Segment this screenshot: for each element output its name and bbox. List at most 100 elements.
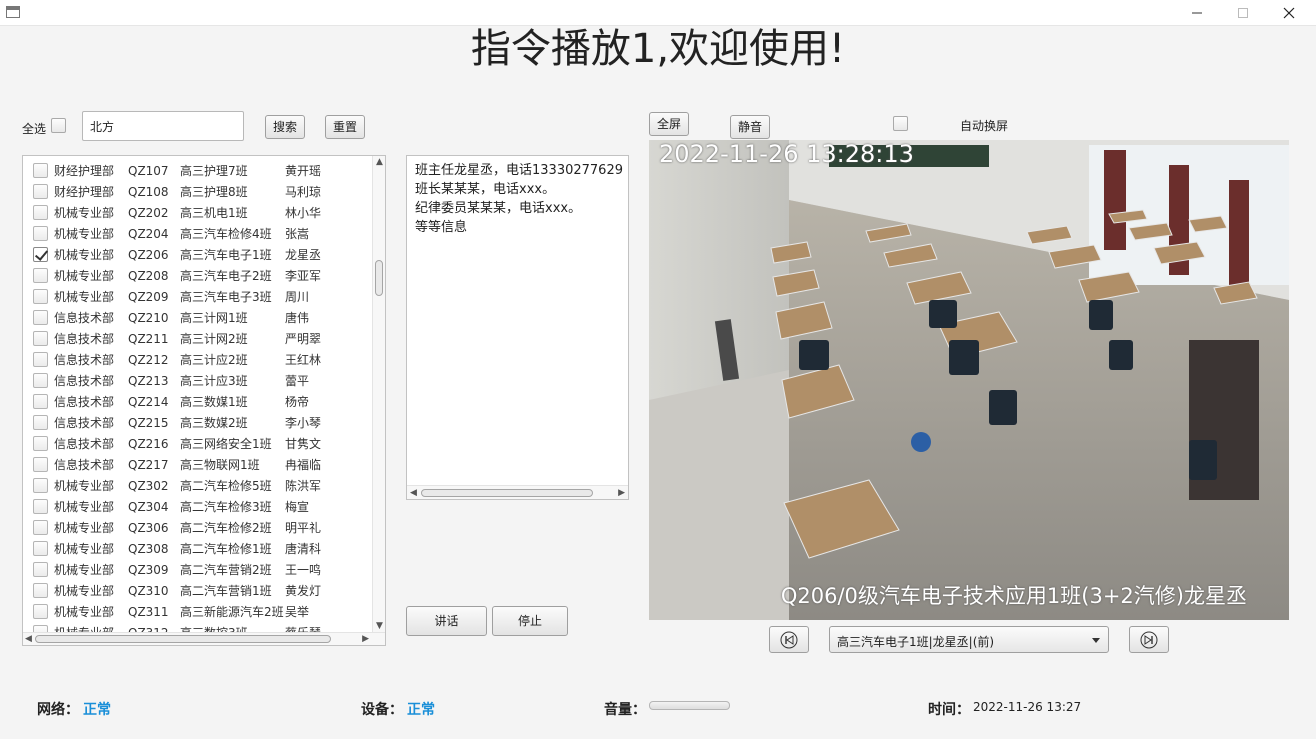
scroll-down-icon[interactable]: ▼ <box>376 621 383 632</box>
class-dept: 机械专业部 <box>54 479 115 493</box>
info-hscrollbar[interactable]: ◀ ▶ <box>407 485 628 499</box>
search-input[interactable] <box>82 111 244 141</box>
class-checkbox[interactable] <box>33 352 48 367</box>
class-list-item[interactable]: 机械专业部 QZ309 高二汽车营销2班 王一鸣 <box>23 559 373 580</box>
auto-switch-label: 自动换屏 <box>960 119 1009 133</box>
class-code: QZ304 <box>128 500 169 514</box>
class-list-item[interactable]: 信息技术部 QZ217 高三物联网1班 冉福临 <box>23 454 373 475</box>
class-checkbox[interactable] <box>33 583 48 598</box>
class-checkbox[interactable] <box>33 163 48 178</box>
class-checkbox[interactable] <box>33 436 48 451</box>
reset-button[interactable]: 重置 <box>325 115 365 139</box>
class-dept: 机械专业部 <box>54 542 115 556</box>
class-teacher: 黄发灯 <box>285 584 322 598</box>
class-teacher: 吴举 <box>285 605 310 619</box>
class-checkbox[interactable] <box>33 184 48 199</box>
close-button[interactable] <box>1266 0 1312 26</box>
class-checkbox[interactable] <box>33 247 48 262</box>
class-list-item[interactable]: 机械专业部 QZ204 高三汽车检修4班 张嵩 <box>23 223 373 244</box>
class-dept: 信息技术部 <box>54 458 115 472</box>
class-info-panel[interactable]: 班主任龙星丞，电话13330277629 班长某某某，电话xxx。 纪律委员某某… <box>406 155 629 500</box>
info-scroll-left-icon[interactable]: ◀ <box>410 488 417 499</box>
class-code: QZ202 <box>128 206 169 220</box>
previous-camera-button[interactable] <box>769 626 809 653</box>
minimize-button[interactable] <box>1174 0 1220 26</box>
class-list-item[interactable]: 机械专业部 QZ311 高三新能源汽车2班 吴举 <box>23 601 373 622</box>
class-list-item[interactable]: 机械专业部 QZ310 高二汽车营销1班 黄发灯 <box>23 580 373 601</box>
class-checkbox[interactable] <box>33 268 48 283</box>
select-all-checkbox[interactable] <box>51 118 66 133</box>
stop-button[interactable]: 停止 <box>492 606 568 636</box>
class-list-item[interactable]: 机械专业部 QZ208 高三汽车电子2班 李亚军 <box>23 265 373 286</box>
class-name: 高三新能源汽车2班 <box>180 605 284 619</box>
class-checkbox[interactable] <box>33 289 48 304</box>
class-dept: 机械专业部 <box>54 521 115 535</box>
scroll-right-icon[interactable]: ▶ <box>362 634 369 645</box>
class-name: 高三汽车电子1班 <box>180 248 272 262</box>
fullscreen-button[interactable]: 全屏 <box>649 112 689 136</box>
class-code: QZ212 <box>128 353 169 367</box>
class-name: 高二汽车检修1班 <box>180 542 272 556</box>
class-list-item[interactable]: 信息技术部 QZ211 高三计网2班 严明翠 <box>23 328 373 349</box>
class-name: 高三汽车电子3班 <box>180 290 272 304</box>
class-checkbox[interactable] <box>33 562 48 577</box>
class-checkbox[interactable] <box>33 520 48 535</box>
class-name: 高二汽车检修2班 <box>180 521 272 535</box>
talk-button[interactable]: 讲话 <box>406 606 487 636</box>
class-checkbox[interactable] <box>33 499 48 514</box>
class-list-item[interactable]: 信息技术部 QZ216 高三网络安全1班 甘隽文 <box>23 433 373 454</box>
video-player[interactable]: 2022-11-26 13:28:13 Q206/0级汽车电子技术应用1班(3+… <box>649 140 1289 620</box>
class-list-item[interactable]: 财经护理部 QZ108 高三护理8班 马利琼 <box>23 181 373 202</box>
scroll-left-icon[interactable]: ◀ <box>25 634 32 645</box>
auto-switch-checkbox[interactable] <box>893 116 908 131</box>
class-checkbox[interactable] <box>33 310 48 325</box>
class-list-item[interactable]: 信息技术部 QZ213 高三计应3班 蕾平 <box>23 370 373 391</box>
class-dept: 信息技术部 <box>54 332 115 346</box>
class-teacher: 林小华 <box>285 206 322 220</box>
class-list-item[interactable]: 信息技术部 QZ210 高三计网1班 唐伟 <box>23 307 373 328</box>
class-list-item[interactable]: 机械专业部 QZ304 高二汽车检修3班 梅宣 <box>23 496 373 517</box>
class-list-vscroll-thumb[interactable] <box>375 260 383 296</box>
search-button[interactable]: 搜索 <box>265 115 305 139</box>
class-list-vscrollbar[interactable]: ▲ ▼ <box>372 156 385 633</box>
class-checkbox[interactable] <box>33 457 48 472</box>
class-checkbox[interactable] <box>33 541 48 556</box>
class-list-item[interactable]: 机械专业部 QZ202 高三机电1班 林小华 <box>23 202 373 223</box>
class-checkbox[interactable] <box>33 394 48 409</box>
class-list-hscroll-thumb[interactable] <box>35 635 331 643</box>
class-checkbox[interactable] <box>33 415 48 430</box>
mute-button[interactable]: 静音 <box>730 115 770 139</box>
class-teacher: 张嵩 <box>285 227 310 241</box>
class-checkbox[interactable] <box>33 478 48 493</box>
class-list-item[interactable]: 机械专业部 QZ302 高二汽车检修5班 陈洪军 <box>23 475 373 496</box>
class-checkbox[interactable] <box>33 331 48 346</box>
info-hscroll-thumb[interactable] <box>421 489 593 497</box>
time-label: 时间： <box>928 702 970 718</box>
class-checkbox[interactable] <box>33 604 48 619</box>
class-checkbox[interactable] <box>33 205 48 220</box>
class-name: 高三机电1班 <box>180 206 248 220</box>
class-teacher: 杨帝 <box>285 395 310 409</box>
maximize-button[interactable] <box>1220 0 1266 26</box>
class-checkbox[interactable] <box>33 226 48 241</box>
class-list-item[interactable]: 信息技术部 QZ214 高三数媒1班 杨帝 <box>23 391 373 412</box>
class-list-item[interactable]: 机械专业部 QZ209 高三汽车电子3班 周川 <box>23 286 373 307</box>
class-name: 高三计网1班 <box>180 311 248 325</box>
info-scroll-right-icon[interactable]: ▶ <box>618 488 625 499</box>
info-line-2: 班长某某某，电话xxx。 <box>415 182 556 197</box>
class-list-item[interactable]: 财经护理部 QZ107 高三护理7班 黄开瑶 <box>23 160 373 181</box>
class-list-item[interactable]: 机械专业部 QZ206 高三汽车电子1班 龙星丞 <box>23 244 373 265</box>
camera-select-value: 高三汽车电子1班|龙星丞|(前) <box>837 635 995 649</box>
class-list-item[interactable]: 信息技术部 QZ215 高三数媒2班 李小琴 <box>23 412 373 433</box>
next-camera-button[interactable] <box>1129 626 1169 653</box>
class-list-item[interactable]: 机械专业部 QZ306 高二汽车检修2班 明平礼 <box>23 517 373 538</box>
class-checkbox[interactable] <box>33 373 48 388</box>
camera-select[interactable]: 高三汽车电子1班|龙星丞|(前) <box>829 626 1109 653</box>
class-code: QZ216 <box>128 437 169 451</box>
scroll-up-icon[interactable]: ▲ <box>376 157 383 168</box>
class-dept: 信息技术部 <box>54 353 115 367</box>
class-teacher: 李小琴 <box>285 416 322 430</box>
class-list-item[interactable]: 机械专业部 QZ308 高二汽车检修1班 唐清科 <box>23 538 373 559</box>
class-list-hscrollbar[interactable]: ◀ ▶ <box>23 632 385 645</box>
class-list-item[interactable]: 信息技术部 QZ212 高三计应2班 王红林 <box>23 349 373 370</box>
